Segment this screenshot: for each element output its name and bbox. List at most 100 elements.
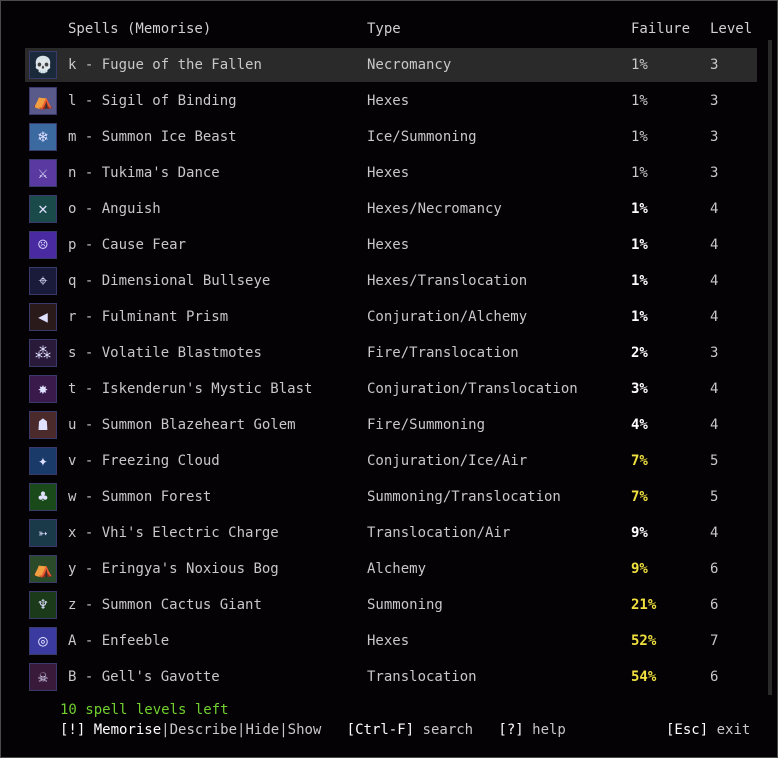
- spell-row[interactable]: 💀 k - Fugue of the Fallen Necromancy 1% 3: [0, 47, 778, 83]
- header-failure: Failure: [631, 21, 691, 37]
- spell-name[interactable]: q - Dimensional Bullseye: [68, 272, 270, 290]
- spell-row[interactable]: ✸ t - Iskenderun's Mystic Blast Conjuratio…: [0, 371, 778, 407]
- spell-failure: 3%: [631, 381, 648, 397]
- spell-type: Alchemy: [367, 561, 427, 577]
- spell-type: Translocation: [367, 669, 477, 685]
- spell-hotkey[interactable]: z: [68, 597, 76, 613]
- spell-hotkey[interactable]: m: [68, 129, 76, 145]
- header-level: Level: [710, 21, 753, 37]
- spell-hotkey[interactable]: o: [68, 201, 76, 217]
- spell-row[interactable]: ☹ p - Cause Fear Hexes 1% 4: [0, 227, 778, 263]
- spell-row[interactable]: ⚔ n - Tukima's Dance Hexes 1% 3: [0, 155, 778, 191]
- spell-row[interactable]: ➳ x - Vhi's Electric Charge Translocation/…: [0, 515, 778, 551]
- spell-hotkey[interactable]: q: [68, 273, 76, 289]
- spell-row[interactable]: ◎ A - Enfeeble Hexes 52% 7: [0, 623, 778, 659]
- spell-row[interactable]: ⛺ y - Eringya's Noxious Bog Alchemy 9% 6: [0, 551, 778, 587]
- spell-level: 4: [710, 309, 719, 325]
- spell-title: Freezing Cloud: [101, 453, 220, 469]
- memorise-key[interactable]: [!]: [60, 722, 85, 738]
- spell-row[interactable]: ☠ B - Gell's Gavotte Translocation 54% 6: [0, 659, 778, 695]
- header-spells: Spells (Memorise): [68, 21, 212, 37]
- spell-type: Fire/Translocation: [367, 345, 519, 361]
- spell-name[interactable]: u - Summon Blazeheart Golem: [68, 416, 296, 434]
- spell-hotkey[interactable]: y: [68, 561, 76, 577]
- spell-hotkey[interactable]: r: [68, 309, 76, 325]
- fear-icon: ☹: [29, 231, 57, 259]
- spell-level: 7: [710, 633, 719, 649]
- spell-name[interactable]: s - Volatile Blastmotes: [68, 344, 262, 362]
- footer-keys: [!] Memorise|Describe|Hide|Show [Ctrl-F]…: [60, 722, 566, 738]
- spell-row[interactable]: ❄ m - Summon Ice Beast Ice/Summoning 1% 3: [0, 119, 778, 155]
- spell-name[interactable]: t - Iskenderun's Mystic Blast: [68, 380, 312, 398]
- spell-name[interactable]: y - Eringya's Noxious Bog: [68, 560, 279, 578]
- spell-name[interactable]: A - Enfeeble: [68, 632, 169, 650]
- spell-hotkey[interactable]: s: [68, 345, 76, 361]
- spell-name[interactable]: z - Summon Cactus Giant: [68, 596, 262, 614]
- gavotte-icon: ☠: [29, 663, 57, 691]
- spell-name[interactable]: n - Tukima's Dance: [68, 164, 220, 182]
- spell-name[interactable]: m - Summon Ice Beast: [68, 128, 237, 146]
- spell-name[interactable]: k - Fugue of the Fallen: [68, 56, 262, 74]
- spell-level: 4: [710, 237, 719, 253]
- spell-name[interactable]: w - Summon Forest: [68, 488, 211, 506]
- spell-row[interactable]: ♣ w - Summon Forest Summoning/Translocatio…: [0, 479, 778, 515]
- spell-name[interactable]: r - Fulminant Prism: [68, 308, 228, 326]
- spell-row[interactable]: ⌖ q - Dimensional Bullseye Hexes/Transloca…: [0, 263, 778, 299]
- hide-mode[interactable]: Hide: [245, 722, 279, 738]
- spell-name[interactable]: l - Sigil of Binding: [68, 92, 237, 110]
- spell-name[interactable]: x - Vhi's Electric Charge: [68, 524, 279, 542]
- spell-hotkey[interactable]: u: [68, 417, 76, 433]
- spell-failure: 1%: [631, 237, 648, 253]
- spell-title: Summon Blazeheart Golem: [101, 417, 296, 433]
- column-header: Spells (Memorise) Type Failure Level: [0, 21, 778, 41]
- spell-hotkey[interactable]: t: [68, 381, 76, 397]
- spell-type: Conjuration/Ice/Air: [367, 453, 528, 469]
- help-label[interactable]: help: [532, 722, 566, 738]
- search-label[interactable]: search: [423, 722, 474, 738]
- spell-level: 4: [710, 381, 719, 397]
- spell-row[interactable]: ⛺ l - Sigil of Binding Hexes 1% 3: [0, 83, 778, 119]
- spell-list: 💀 k - Fugue of the Fallen Necromancy 1% 3 ⛺ l …: [0, 47, 778, 695]
- spell-failure: 9%: [631, 525, 648, 541]
- spell-failure: 1%: [631, 165, 648, 181]
- spell-row[interactable]: ⁂ s - Volatile Blastmotes Fire/Translocati…: [0, 335, 778, 371]
- search-key[interactable]: [Ctrl-F]: [347, 722, 414, 738]
- spell-hotkey[interactable]: v: [68, 453, 76, 469]
- spell-hotkey[interactable]: n: [68, 165, 76, 181]
- spell-hotkey[interactable]: x: [68, 525, 76, 541]
- help-key[interactable]: [?]: [498, 722, 523, 738]
- spell-row[interactable]: ✦ v - Freezing Cloud Conjuration/Ice/Air 7%…: [0, 443, 778, 479]
- spell-row[interactable]: ◀ r - Fulminant Prism Conjuration/Alchemy 1…: [0, 299, 778, 335]
- spell-type: Hexes: [367, 633, 410, 649]
- spell-name[interactable]: p - Cause Fear: [68, 236, 186, 254]
- spell-title: Enfeeble: [101, 633, 170, 649]
- spell-row[interactable]: ♆ z - Summon Cactus Giant Summoning 21% 6: [0, 587, 778, 623]
- spell-hotkey[interactable]: w: [68, 489, 76, 505]
- bog-icon: ⛺: [29, 555, 57, 583]
- exit-control: [Esc] exit: [666, 722, 750, 738]
- spell-title: Tukima's Dance: [101, 165, 220, 181]
- forest-icon: ♣: [29, 483, 57, 511]
- spell-hotkey[interactable]: l: [68, 93, 76, 109]
- spell-title: Volatile Blastmotes: [101, 345, 262, 361]
- spell-hotkey[interactable]: A: [68, 633, 76, 649]
- spell-type: Hexes: [367, 237, 410, 253]
- spell-name[interactable]: B - Gell's Gavotte: [68, 668, 220, 686]
- spell-title: Gell's Gavotte: [101, 669, 220, 685]
- spell-name[interactable]: o - Anguish: [68, 200, 161, 218]
- memorise-mode[interactable]: Memorise: [94, 722, 161, 738]
- blastmotes-icon: ⁂: [29, 339, 57, 367]
- spell-level: 3: [710, 345, 719, 361]
- spell-hotkey[interactable]: B: [68, 669, 76, 685]
- spell-type: Ice/Summoning: [367, 129, 477, 145]
- exit-key[interactable]: [Esc]: [666, 722, 708, 738]
- spell-hotkey[interactable]: p: [68, 237, 76, 253]
- show-mode[interactable]: Show: [288, 722, 322, 738]
- describe-mode[interactable]: Describe: [170, 722, 237, 738]
- spell-row[interactable]: ☗ u - Summon Blazeheart Golem Fire/Summoni…: [0, 407, 778, 443]
- spell-row[interactable]: ✕ o - Anguish Hexes/Necromancy 1% 4: [0, 191, 778, 227]
- exit-label[interactable]: exit: [717, 722, 751, 738]
- spell-hotkey[interactable]: k: [68, 57, 76, 73]
- spell-title: Summon Ice Beast: [101, 129, 237, 145]
- spell-name[interactable]: v - Freezing Cloud: [68, 452, 220, 470]
